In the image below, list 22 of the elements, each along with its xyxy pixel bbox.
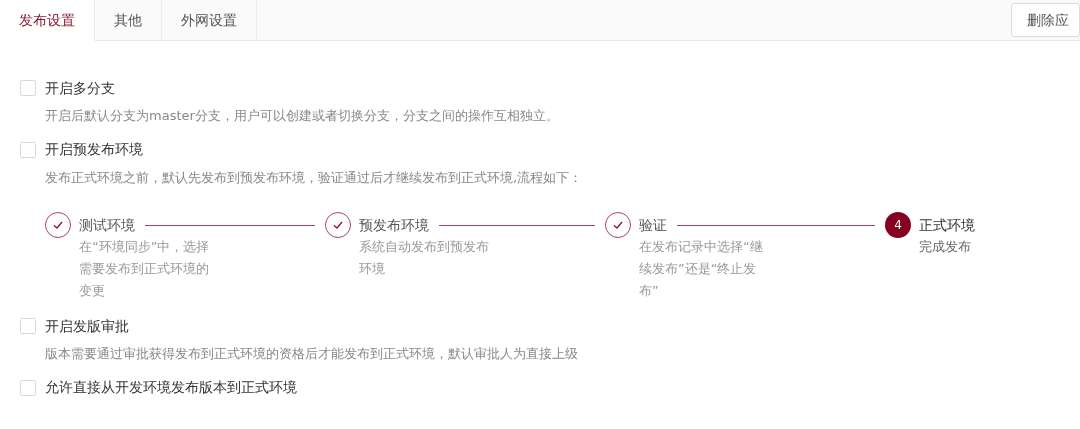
step-title: 验证 bbox=[639, 215, 667, 235]
checkbox[interactable] bbox=[20, 141, 36, 158]
option-description: 发布正式环境之前，默认先发布到预发布环境，验证通过后才继续发布到正式环境,流程如下： bbox=[45, 168, 584, 187]
option-label: 允许直接从开发环境发布版本到正式环境 bbox=[45, 378, 297, 397]
delete-button[interactable]: 删除应 bbox=[1011, 3, 1080, 37]
option-label: 开启预发布环境 bbox=[45, 140, 143, 159]
tab[interactable]: 发布设置 bbox=[0, 0, 95, 41]
step-title: 正式环境 bbox=[919, 215, 975, 235]
step-title: 测试环境 bbox=[79, 215, 135, 235]
checkbox[interactable] bbox=[20, 379, 36, 396]
step-description: 系统自动发布到预发布环境 bbox=[359, 238, 490, 278]
option-description: 版本需要通过审批获得发布到正式环境的资格后才能发布到正式环境，默认审批人为直接上级 bbox=[45, 345, 579, 363]
option-label: 开启发版审批 bbox=[45, 316, 129, 336]
step-number: 4 bbox=[885, 212, 911, 238]
step-title: 预发布环境 bbox=[359, 215, 429, 235]
option-label: 开启多分支 bbox=[45, 78, 115, 98]
checkbox[interactable] bbox=[20, 318, 36, 334]
step-description: 完成发布 bbox=[919, 238, 972, 256]
checkbox[interactable] bbox=[20, 80, 36, 96]
step-description: 在发布记录中选择“继续发布”还是“终止发布” bbox=[639, 238, 764, 300]
step-description: 在“环境同步”中，选择需要发布到正式环境的变更 bbox=[79, 238, 211, 300]
option-description: 开启后默认分支为master分支，用户可以创建或者切换分支，分支之间的操作互相独立。 bbox=[45, 107, 560, 125]
